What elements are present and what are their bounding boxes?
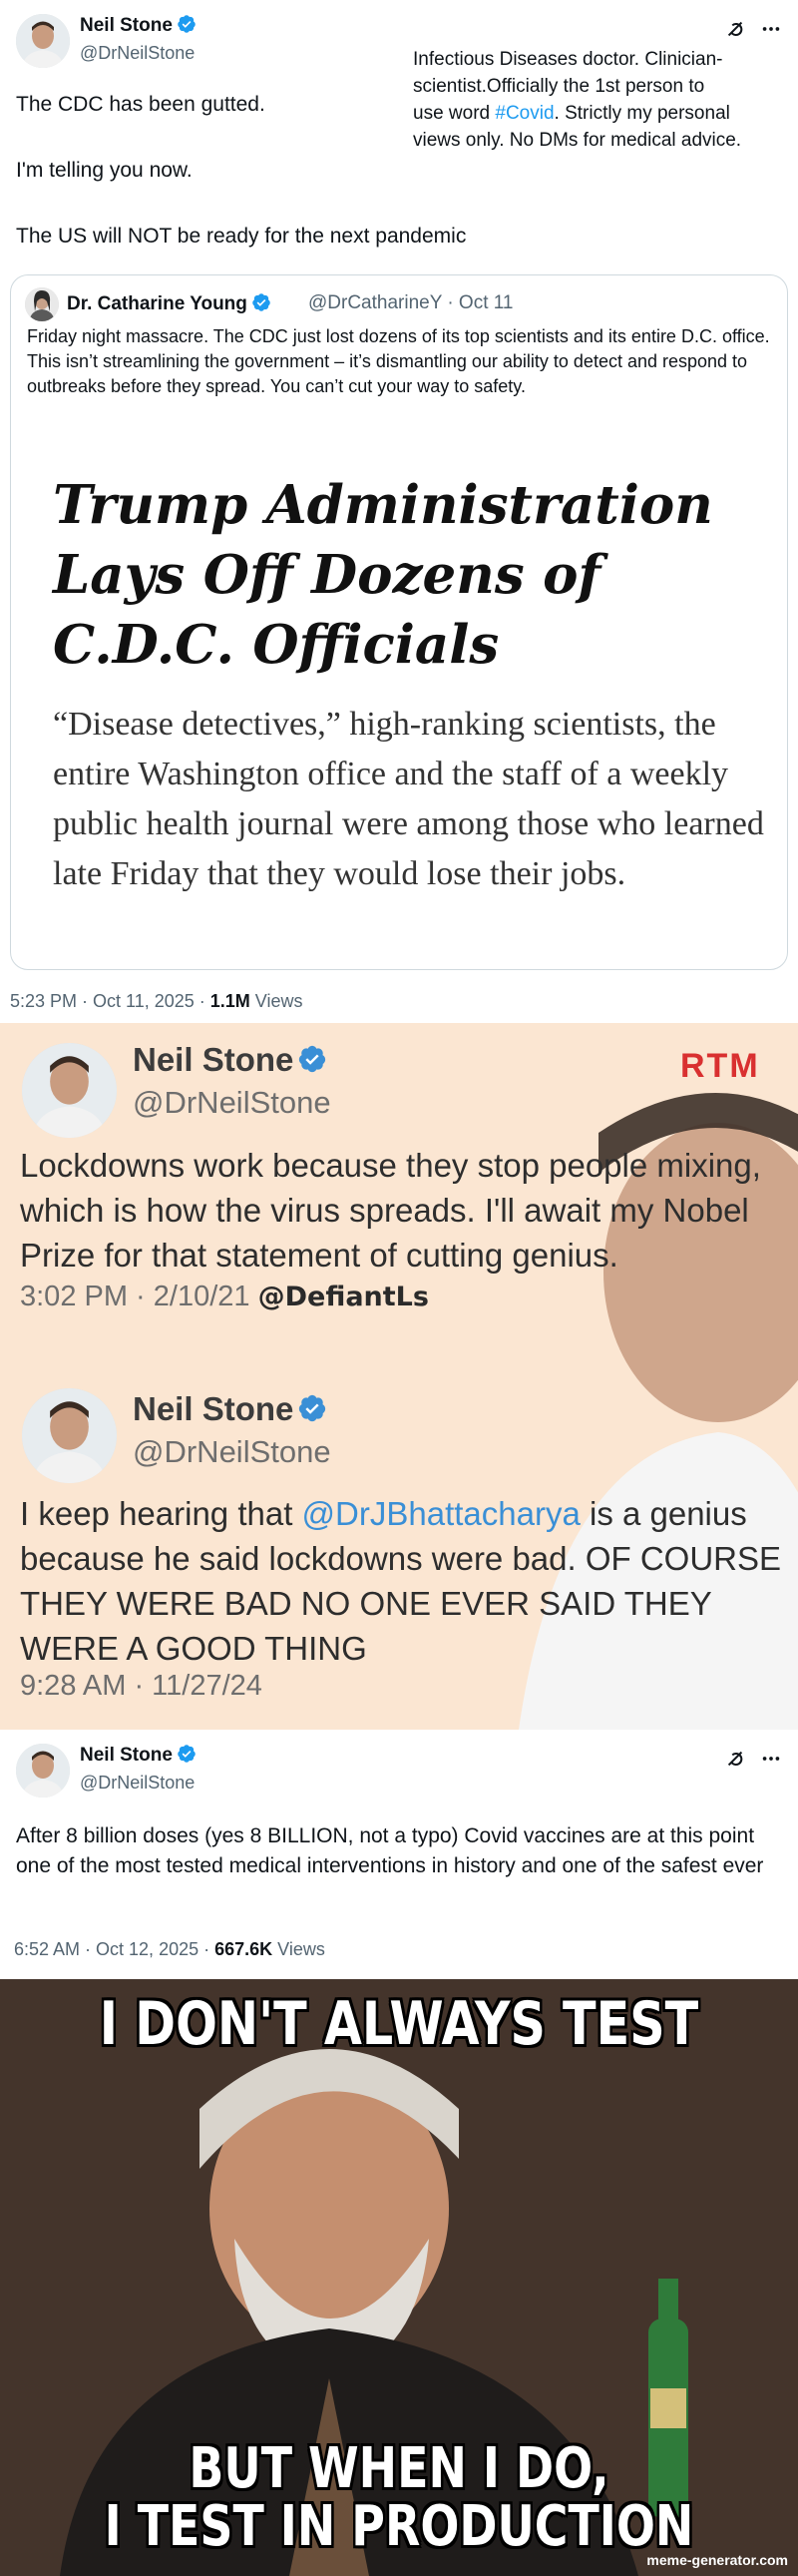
more-options-icon[interactable] bbox=[758, 1746, 784, 1772]
author-handle[interactable]: @DrNeilStone bbox=[80, 1773, 195, 1794]
avatar[interactable] bbox=[16, 1744, 70, 1798]
quote-author-handle[interactable]: @DrCatharineY · Oct 11 bbox=[308, 292, 514, 314]
grok-icon[interactable] bbox=[722, 1746, 748, 1772]
views-label: Views bbox=[272, 1939, 325, 1959]
meme-top-text: I DON'T ALWAYS TEST bbox=[99, 1989, 699, 2059]
bio-line: Infectious Diseases doctor. Clinician- bbox=[413, 49, 723, 70]
verified-badge-icon bbox=[299, 1394, 326, 1422]
tweet-second: Neil Stone @DrNeilStone After 8 billion … bbox=[0, 1730, 798, 1979]
hashtag-link[interactable]: #Covid bbox=[495, 103, 554, 124]
tweet-text-line: I'm telling you now. bbox=[16, 159, 193, 182]
bio-line-text: use word bbox=[413, 103, 496, 124]
bio-line: use word #Covid. Strictly my personal bbox=[413, 100, 792, 127]
views-count: 1.1M bbox=[209, 991, 250, 1011]
verified-badge-icon bbox=[178, 15, 196, 33]
views-label: Views bbox=[249, 991, 303, 1011]
post-time: 9:28 AM · 11/27/24 bbox=[20, 1670, 262, 1702]
meme-bottom-line: BUT WHEN I DO, bbox=[189, 2436, 609, 2501]
meme-bottom-line: I TEST IN PRODUCTION bbox=[104, 2494, 694, 2559]
tweet-main: Neil Stone @DrNeilStone Infectious Disea… bbox=[0, 0, 798, 1018]
post-author-name: Neil Stone bbox=[133, 1390, 327, 1428]
mention-link: @DrJBhattacharya bbox=[301, 1495, 581, 1532]
quoted-tweet[interactable]: Dr. Catharine Young @DrCatharineY · Oct … bbox=[10, 274, 788, 970]
post-author-handle: @DrNeilStone bbox=[133, 1434, 331, 1469]
timestamp[interactable]: 5:23 PM · Oct 11, 2025 · bbox=[10, 991, 210, 1011]
post-text: Lockdowns work because they stop people … bbox=[20, 1147, 761, 1274]
post-text: I keep hearing that @DrJBhattacharya is … bbox=[20, 1491, 788, 1671]
tweet-meta: 6:52 AM · Oct 12, 2025 · 667.6K Views bbox=[14, 1939, 325, 1960]
verified-badge-icon bbox=[299, 1045, 326, 1073]
article-summary: “Disease detectives,” high-ranking scien… bbox=[53, 706, 764, 892]
post-avatar bbox=[22, 1043, 117, 1138]
article-headline: Trump Administration Lays Off Dozens of … bbox=[53, 474, 713, 676]
tweet-text-line: The US will NOT be ready for the next pa… bbox=[16, 225, 467, 248]
verified-badge-icon bbox=[178, 1745, 196, 1763]
quote-text: Friday night massacre. The CDC just lost… bbox=[27, 326, 770, 396]
author-name[interactable]: Neil Stone bbox=[80, 1744, 197, 1767]
grok-icon[interactable] bbox=[722, 16, 748, 42]
tweet-text-line: The CDC has been gutted. bbox=[16, 93, 265, 116]
meme-bottom-text: BUT WHEN I DO, I TEST IN PRODUCTION bbox=[72, 2440, 726, 2556]
quote-avatar[interactable] bbox=[25, 287, 59, 321]
author-bio: Infectious Diseases doctor. Clinician- s… bbox=[413, 46, 792, 154]
author-name[interactable]: Neil Stone bbox=[80, 14, 197, 37]
tweet-text: After 8 billion doses (yes 8 BILLION, no… bbox=[16, 1824, 764, 1877]
brand-logo: RTM bbox=[680, 1047, 760, 1085]
post-tag: @DefiantLs bbox=[257, 1282, 429, 1312]
post-author-handle: @DrNeilStone bbox=[133, 1085, 331, 1120]
watermark: meme-generator.com bbox=[646, 2552, 788, 2568]
post-meta: 3:02 PM · 2/10/21 @DefiantLs bbox=[20, 1281, 429, 1313]
post-time: 3:02 PM · 2/10/21 bbox=[20, 1281, 250, 1312]
post-text-part: I keep hearing that bbox=[20, 1495, 302, 1532]
verified-badge-icon bbox=[252, 293, 270, 311]
author-handle[interactable]: @DrNeilStone bbox=[80, 43, 195, 64]
timestamp[interactable]: 6:52 AM · Oct 12, 2025 · bbox=[14, 1939, 214, 1959]
post-avatar bbox=[22, 1388, 117, 1483]
bio-line-text: . Strictly my personal bbox=[554, 103, 730, 124]
tweet-meta: 5:23 PM · Oct 11, 2025 · 1.1M Views bbox=[10, 991, 303, 1012]
meme-image[interactable]: I DON'T ALWAYS TEST BUT WHEN I DO, I TES… bbox=[0, 1979, 798, 2576]
embedded-screenshot: RTM Neil Stone @DrNeilStone Lockdowns wo… bbox=[0, 1023, 798, 1730]
quote-author-name[interactable]: Dr. Catharine Young bbox=[67, 292, 271, 315]
more-options-icon[interactable] bbox=[758, 16, 784, 42]
bio-line: scientist.Officially the 1st person to bbox=[413, 76, 705, 97]
bio-line: views only. No DMs for medical advice. bbox=[413, 130, 742, 151]
views-count: 667.6K bbox=[214, 1939, 273, 1959]
avatar[interactable] bbox=[16, 14, 70, 68]
post-author-name: Neil Stone bbox=[133, 1041, 327, 1079]
